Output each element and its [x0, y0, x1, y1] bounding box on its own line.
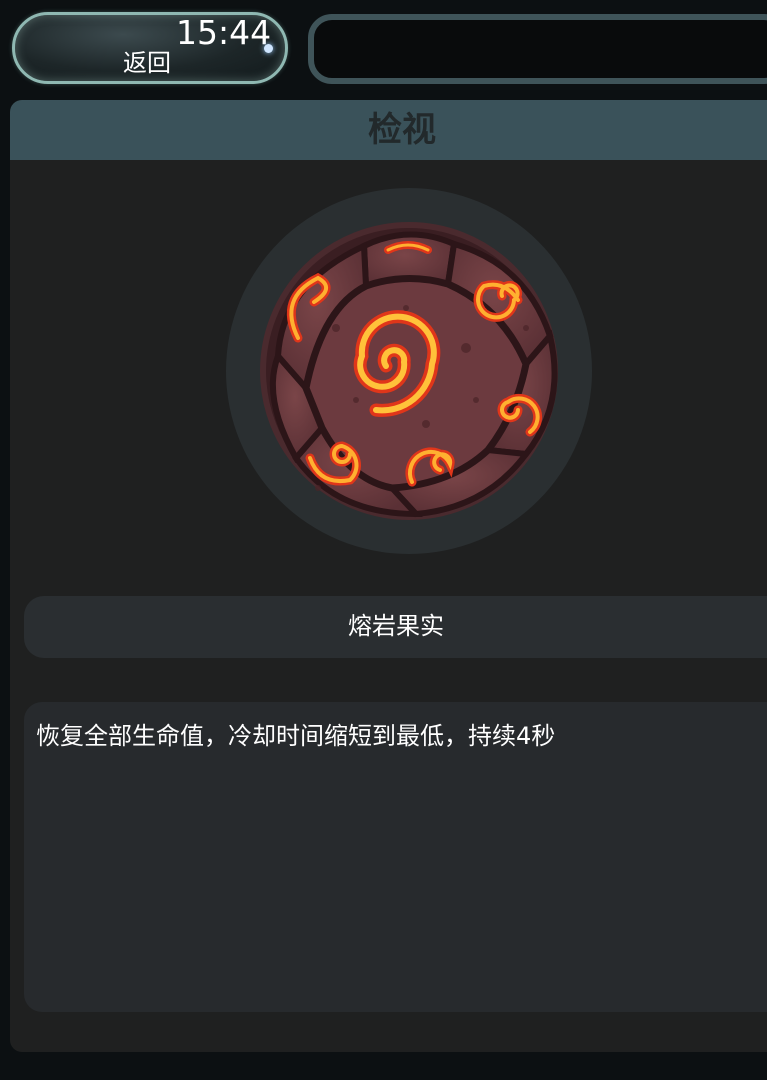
item-description-box: 恢复全部生命值，冷却时间缩短到最低，持续4秒 [24, 702, 767, 1012]
panel-title: 检视 [368, 110, 436, 150]
panel-header: 检视 [10, 100, 767, 160]
lava-fruit-icon [260, 222, 558, 520]
item-icon-frame [226, 188, 592, 554]
item-name-bar: 熔岩果实 [24, 596, 767, 658]
inspect-panel: 检视 熔岩果实 恢复全部生命值，冷却时间缩短到最低，持续4秒 [10, 100, 767, 1052]
screen: 返回 15:44 检视 熔岩果实 恢复全部生命值，冷却时间缩短到最低，持续4秒 [0, 0, 767, 1080]
item-name: 熔岩果实 [348, 612, 444, 640]
sparkle-icon [264, 44, 273, 53]
status-time: 15:44 [176, 13, 272, 52]
back-button-label: 返回 [123, 49, 171, 77]
item-description: 恢复全部生命值，冷却时间缩短到最低，持续4秒 [36, 722, 556, 750]
top-info-bar [308, 14, 767, 84]
